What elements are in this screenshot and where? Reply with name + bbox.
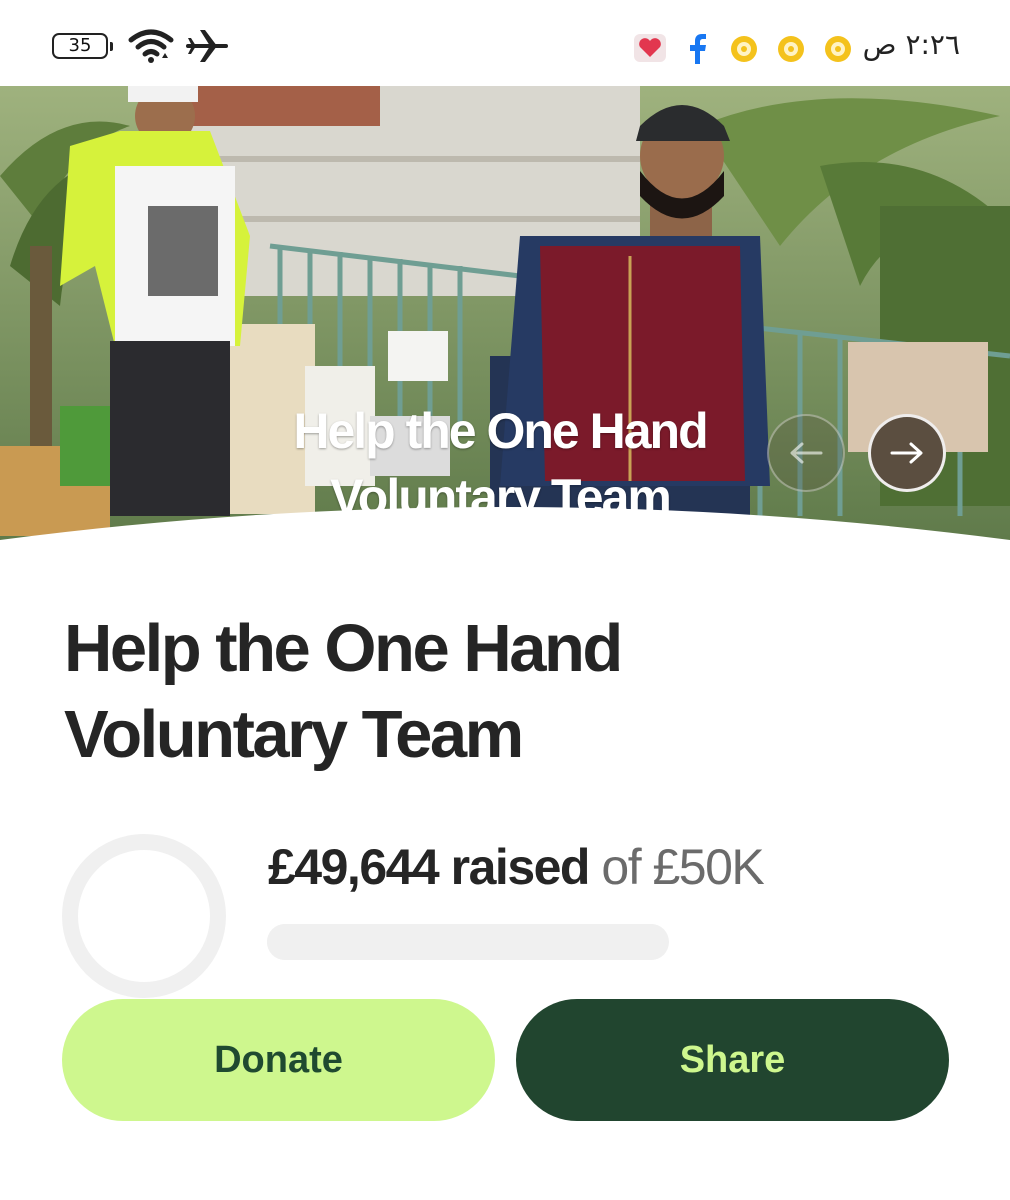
arrow-left-icon <box>790 442 823 464</box>
raised-label: raised <box>450 839 591 895</box>
progress-bar-fill <box>267 924 665 960</box>
wifi-icon <box>128 29 174 63</box>
page-title: Help the One Hand Voluntary Team <box>64 611 623 772</box>
battery-level: 35 <box>68 35 92 56</box>
coin-app-icon <box>778 36 804 62</box>
share-button-label: Share <box>679 1038 786 1081</box>
donate-button[interactable]: Donate <box>62 999 495 1121</box>
progress-ring <box>62 834 226 998</box>
heart-app-icon <box>634 34 666 62</box>
arrow-right-icon <box>890 442 923 464</box>
hero-curve-divider <box>0 507 1010 546</box>
raised-amount: £49,644 <box>268 839 440 895</box>
airplane-icon <box>186 30 228 62</box>
battery-icon: 35 <box>52 33 113 59</box>
coin-app-icon <box>825 36 851 62</box>
share-button[interactable]: Share <box>516 999 949 1121</box>
carousel-next-button[interactable] <box>868 414 946 492</box>
donate-button-label: Donate <box>214 1038 343 1081</box>
goal-amount: of £50K <box>601 839 764 895</box>
status-bar: 35 ٢:٢٦ ص <box>0 0 1010 86</box>
raised-summary: £49,644 raised of £50K <box>268 838 765 896</box>
hero-image-carousel[interactable]: Help the One Hand Voluntary Team <box>0 86 1010 546</box>
clock: ٢:٢٦ ص <box>862 28 960 61</box>
progress-bar <box>267 924 669 960</box>
facebook-icon <box>690 34 706 64</box>
carousel-prev-button[interactable] <box>767 414 845 492</box>
coin-app-icon <box>731 36 757 62</box>
